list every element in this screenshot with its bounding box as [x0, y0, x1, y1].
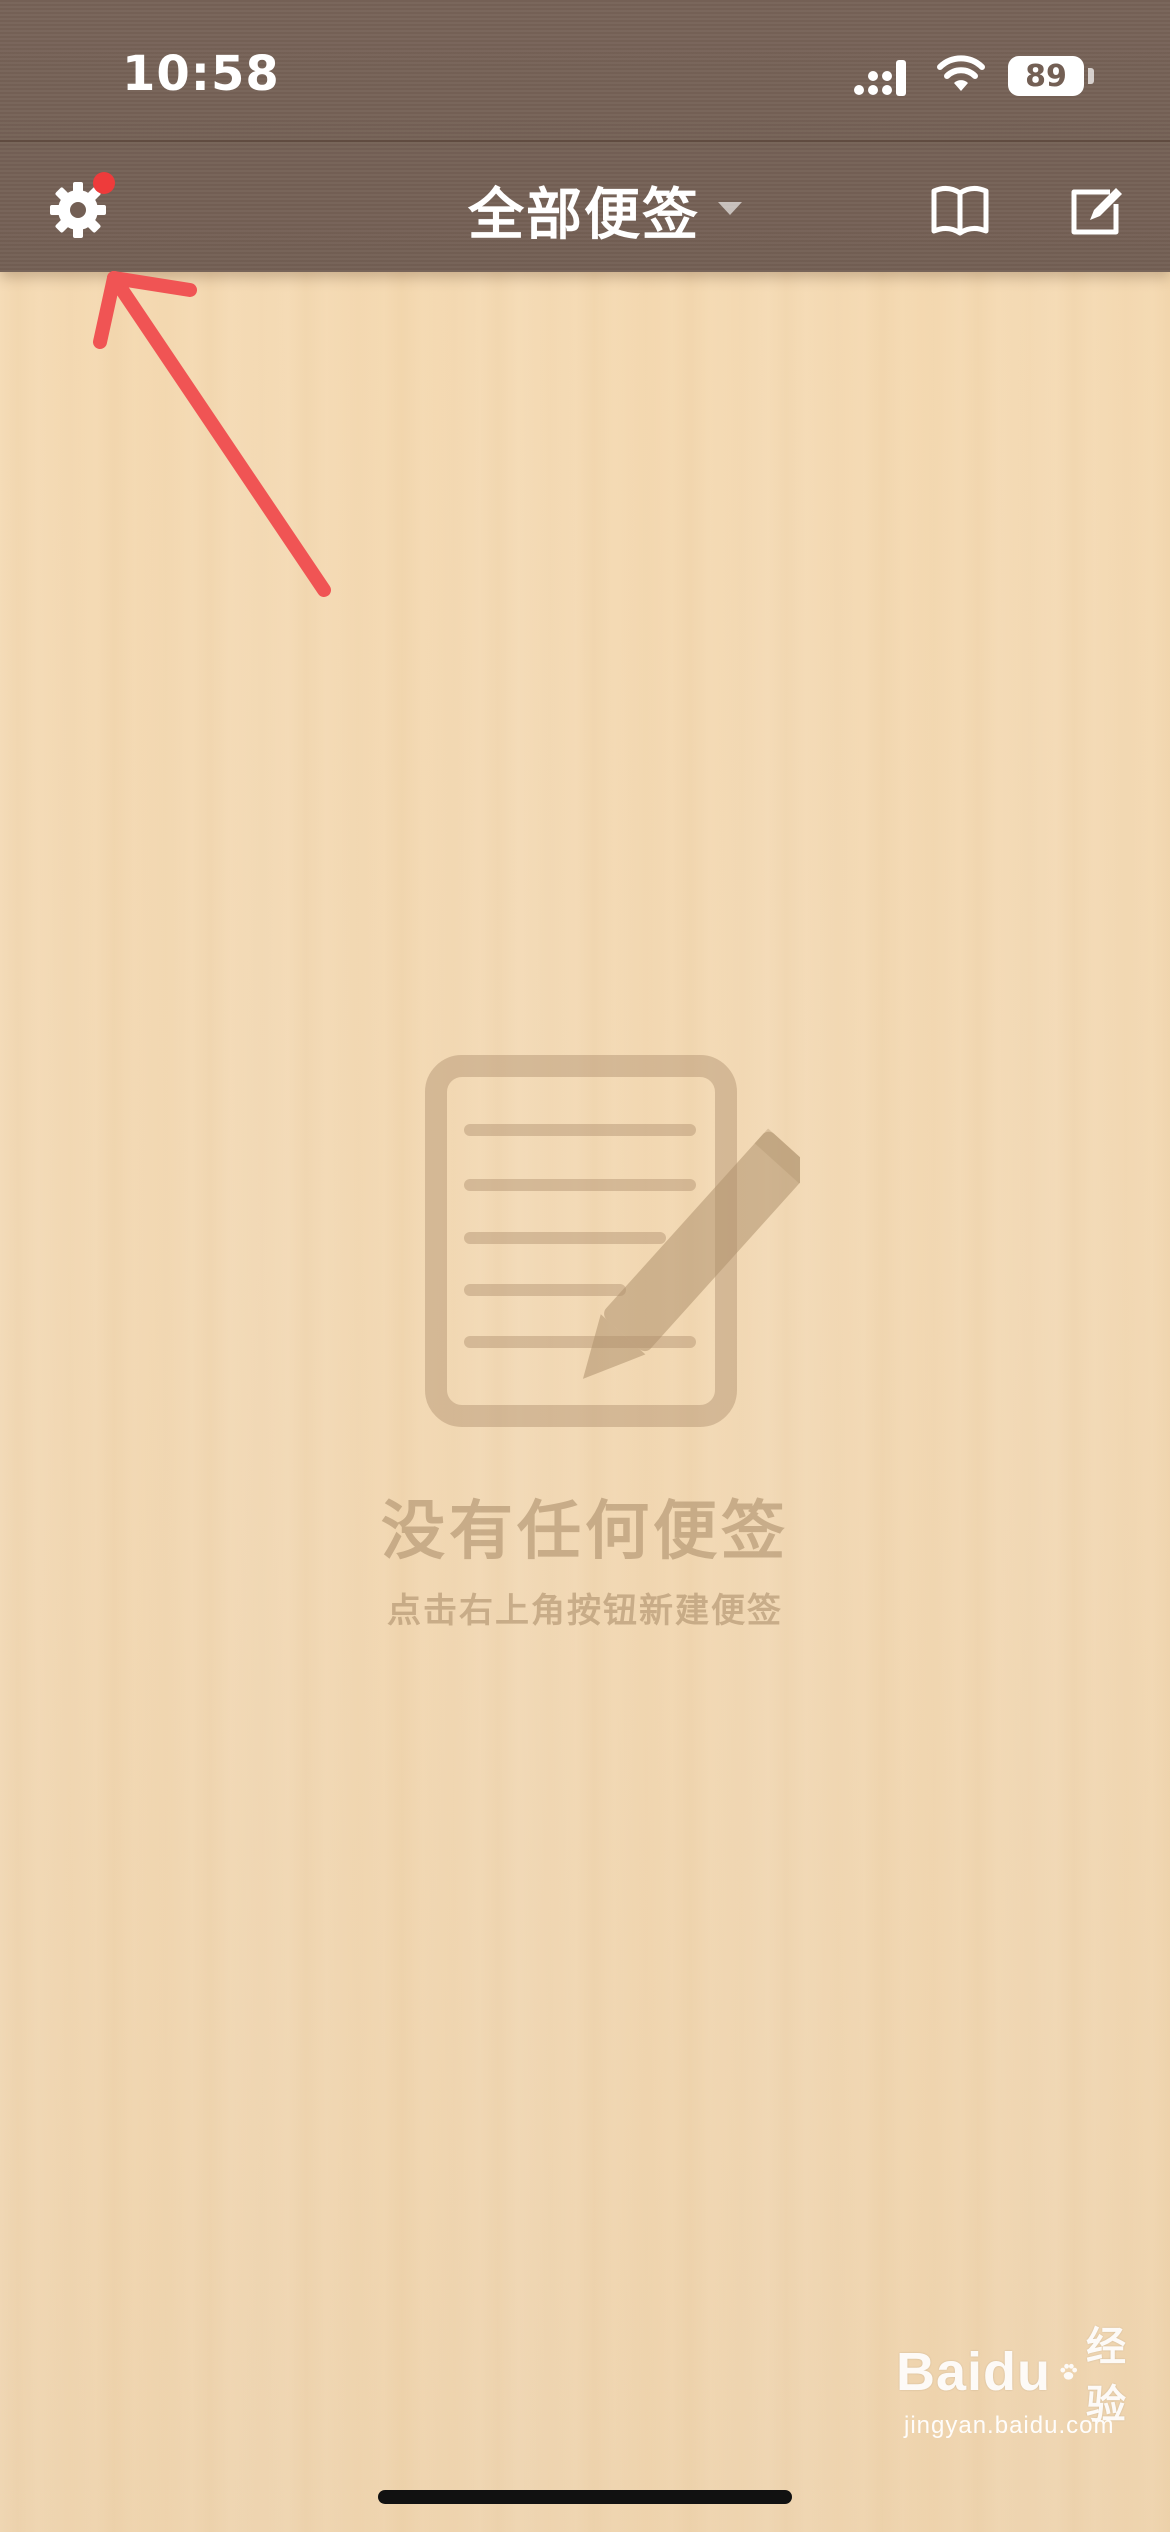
- chevron-down-icon[interactable]: [718, 202, 742, 215]
- page-title[interactable]: 全部便签: [468, 170, 700, 251]
- battery-icon: 89: [1008, 56, 1084, 96]
- nav-divider: [0, 140, 1170, 142]
- paw-icon: [1060, 2363, 1078, 2380]
- status-time: 10:58: [122, 46, 280, 102]
- home-indicator[interactable]: [378, 2490, 792, 2504]
- empty-title: 没有任何便签: [381, 1495, 789, 1569]
- book-icon[interactable]: [930, 183, 990, 237]
- watermark-url: jingyan.baidu.com: [904, 2412, 1115, 2439]
- watermark-brand: Baidu: [896, 2342, 1052, 2402]
- battery-tip: [1088, 68, 1094, 84]
- cellular-signal-icon: [854, 60, 906, 96]
- annotation-arrow: [93, 271, 331, 597]
- watermark: Baidu 经验: [896, 2324, 1126, 2428]
- battery-level: 89: [1025, 58, 1067, 94]
- compose-icon[interactable]: [1066, 182, 1124, 238]
- wifi-icon: [937, 55, 985, 91]
- empty-subtitle: 点击右上角按钮新建便签: [387, 1591, 783, 1631]
- notification-dot: [93, 172, 115, 194]
- note-edit-icon: [425, 1055, 800, 1427]
